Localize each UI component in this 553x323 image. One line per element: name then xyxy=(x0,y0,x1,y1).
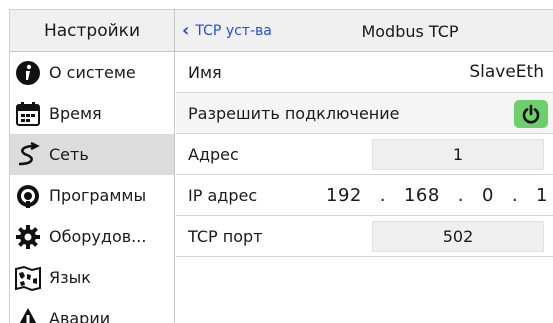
gear-icon xyxy=(14,223,42,251)
sidebar-item-equipment[interactable]: Оборудов... xyxy=(10,216,174,257)
map-icon xyxy=(14,264,42,292)
sidebar-item-label: О системе xyxy=(49,63,136,82)
power-icon xyxy=(522,104,540,124)
address-row: Адрес 1 xyxy=(176,134,553,175)
sidebar-item-system[interactable]: О системе xyxy=(10,52,174,93)
address-field[interactable]: 1 xyxy=(372,139,544,170)
allow-connection-toggle[interactable] xyxy=(514,100,548,128)
name-label: Имя xyxy=(188,62,222,82)
page-title: Modbus TCP xyxy=(361,21,459,41)
name-row[interactable]: Имя SlaveEth xyxy=(176,52,553,93)
network-icon xyxy=(14,141,42,169)
sidebar-item-label: Язык xyxy=(49,268,91,287)
sidebar-item-label: Сеть xyxy=(49,145,89,164)
ip-address-label: IP адрес xyxy=(188,185,258,205)
allow-connection-label: Разрешить подключение xyxy=(188,103,400,123)
back-button[interactable]: ‹ TCP уст-ва xyxy=(182,10,272,52)
ip-separator: . xyxy=(511,185,519,206)
name-value: SlaveEth xyxy=(469,62,544,82)
sidebar-item-label: Время xyxy=(49,104,102,123)
sidebar-item-alarms[interactable]: Аварии xyxy=(10,298,174,323)
address-label: Адрес xyxy=(188,144,239,164)
info-icon xyxy=(14,59,42,87)
back-label: TCP уст-ва xyxy=(195,23,272,39)
sidebar: О системе Время Сеть Программы Оборудов.… xyxy=(10,52,175,323)
warning-icon xyxy=(14,305,42,323)
chevron-left-icon: ‹ xyxy=(182,20,190,41)
sidebar-item-network[interactable]: Сеть xyxy=(10,134,174,175)
ip-octet-4[interactable]: 1 xyxy=(536,185,548,206)
ip-octet-2[interactable]: 168 xyxy=(404,185,440,206)
sidebar-item-label: Программы xyxy=(49,186,147,205)
ip-address-row: IP адрес 192 . 168 . 0 . 1 xyxy=(176,175,553,216)
program-icon xyxy=(14,182,42,210)
tcp-port-field[interactable]: 502 xyxy=(372,221,544,252)
tcp-port-row: TCP порт 502 xyxy=(176,216,553,257)
ip-separator: . xyxy=(379,185,387,206)
sidebar-item-label: Аварии xyxy=(49,309,111,323)
ip-octet-3[interactable]: 0 xyxy=(482,185,494,206)
header-bar: Настройки ‹ TCP уст-ва Modbus TCP xyxy=(10,10,553,52)
allow-connection-row: Разрешить подключение xyxy=(176,93,553,134)
sidebar-item-label: Оборудов... xyxy=(49,227,147,246)
calendar-icon xyxy=(14,100,42,128)
ip-address-field[interactable]: 192 . 168 . 0 . 1 xyxy=(326,175,548,216)
ip-octet-1[interactable]: 192 xyxy=(326,185,362,206)
sidebar-item-time[interactable]: Время xyxy=(10,93,174,134)
settings-list: Имя SlaveEth Разрешить подключение Адрес… xyxy=(176,52,553,257)
modbus-settings-screen: Настройки ‹ TCP уст-ва Modbus TCP О сист… xyxy=(9,9,553,323)
settings-title: Настройки xyxy=(10,10,175,52)
ip-separator: . xyxy=(457,185,464,206)
sidebar-item-language[interactable]: Язык xyxy=(10,257,174,298)
sidebar-item-programs[interactable]: Программы xyxy=(10,175,174,216)
tcp-port-label: TCP порт xyxy=(188,226,263,246)
